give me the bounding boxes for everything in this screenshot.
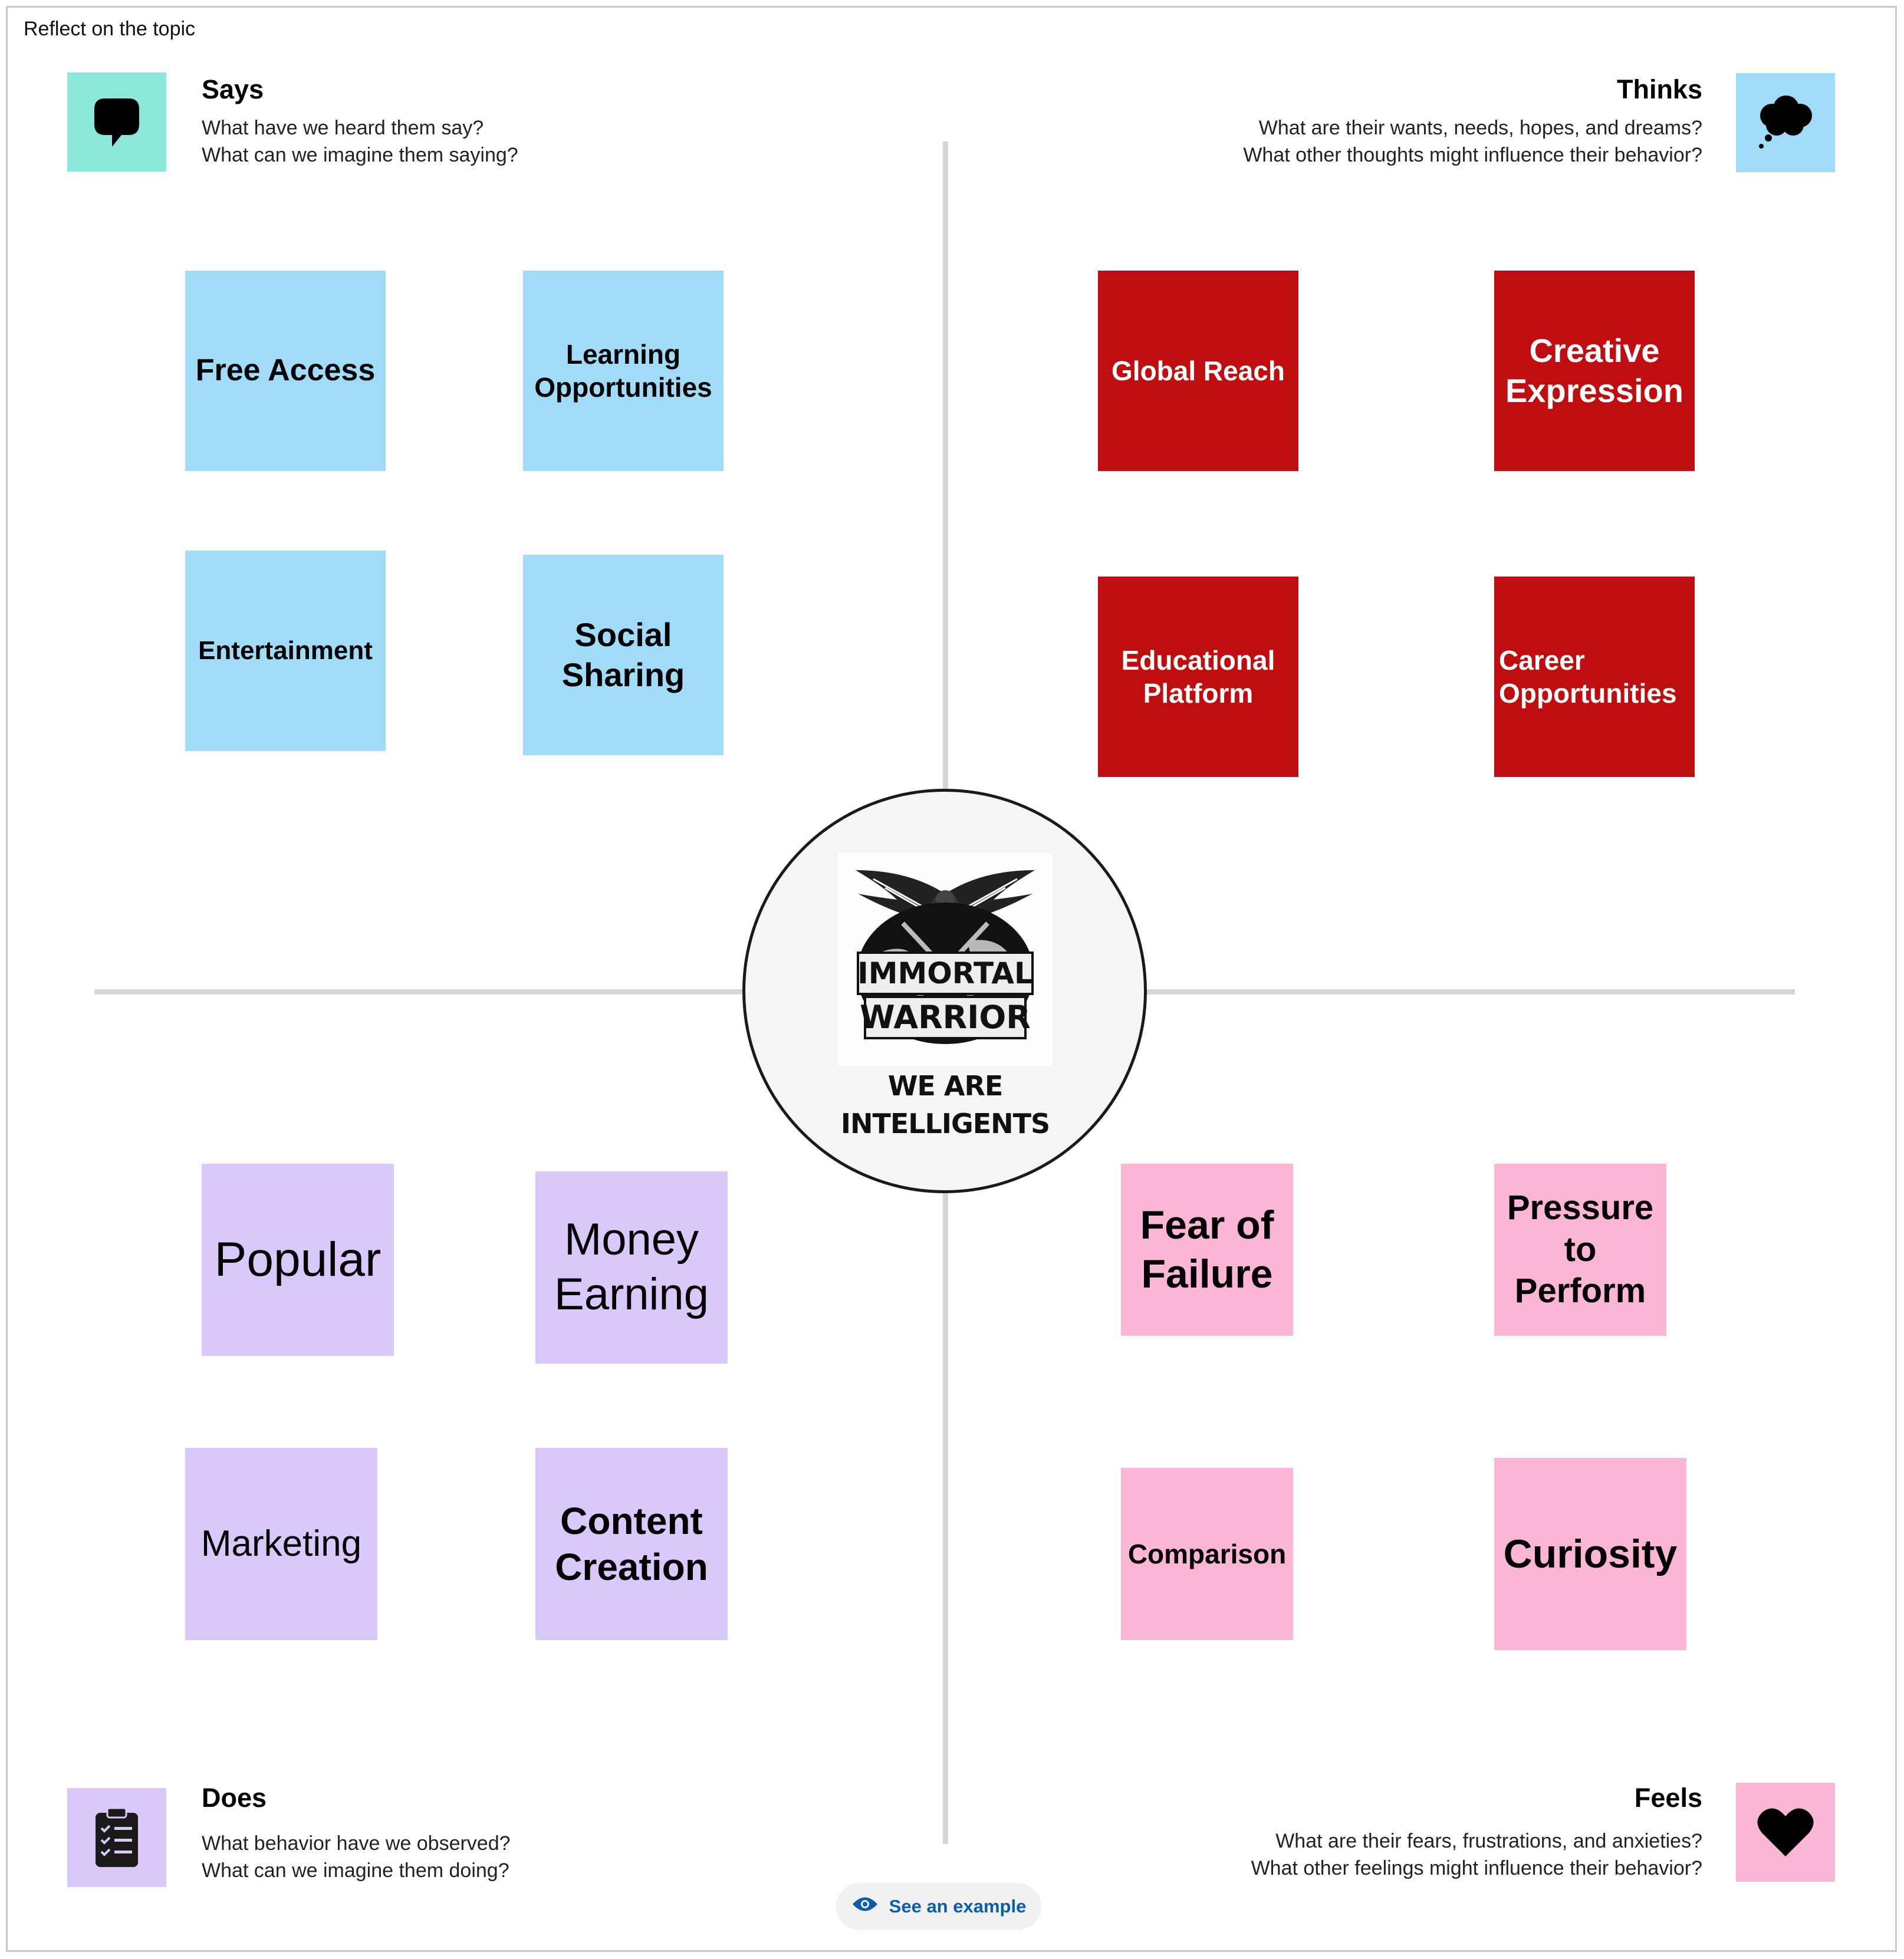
thinks-question-2: What other thoughts might influence thei… (1243, 144, 1702, 166)
persona-caption-line-1: WE ARE (887, 1070, 1004, 1102)
sticky-note-content-creation[interactable]: Content Creation (535, 1448, 728, 1640)
thinks-description: What are their wants, needs, hopes, and … (1243, 114, 1702, 169)
sticky-note-marketing[interactable]: Marketing (185, 1448, 377, 1640)
sticky-note-free-access[interactable]: Free Access (185, 271, 386, 471)
sticky-note-social-sharing[interactable]: Social Sharing (523, 555, 724, 755)
topic-label: Reflect on the topic (24, 18, 196, 40)
clipboard-checklist-icon (67, 1788, 166, 1887)
feels-question-2: What other feelings might influence thei… (1251, 1857, 1702, 1879)
says-title: Says (202, 74, 264, 104)
vertical-axis-top (943, 141, 948, 790)
speech-bubble-icon (67, 73, 166, 172)
does-question-2: What can we imagine them doing? (202, 1859, 509, 1882)
feels-title: Feels (1634, 1783, 1702, 1813)
sticky-note-creative-expression[interactable]: Creative Expression (1494, 271, 1695, 471)
vertical-axis-bottom (943, 1193, 948, 1844)
says-question-1: What have we heard them say? (202, 117, 484, 139)
logo-line-1: IMMORTAL (857, 956, 1033, 990)
heart-icon (1736, 1783, 1835, 1882)
says-description: What have we heard them say? What can we… (202, 114, 518, 169)
does-question-1: What behavior have we observed? (202, 1832, 511, 1855)
horizontal-axis-left (94, 989, 743, 995)
does-description: What behavior have we observed? What can… (202, 1830, 511, 1884)
sticky-note-global-reach[interactable]: Global Reach (1098, 271, 1298, 471)
sticky-note-comparison[interactable]: Comparison (1121, 1468, 1293, 1640)
feels-question-1: What are their fears, frustrations, and … (1275, 1830, 1702, 1852)
feels-description: What are their fears, frustrations, and … (1251, 1828, 1702, 1882)
sticky-note-money-earning[interactable]: Money Earning (535, 1171, 728, 1364)
sticky-note-educational-platform[interactable]: Educational Platform (1098, 577, 1298, 777)
sticky-note-curiosity[interactable]: Curiosity (1494, 1458, 1686, 1650)
eye-icon (851, 1895, 879, 1918)
thinks-question-1: What are their wants, needs, hopes, and … (1258, 117, 1702, 139)
see-example-label: See an example (889, 1896, 1027, 1917)
sticky-note-learning-opportunities[interactable]: Learning Opportunities (523, 271, 724, 471)
sticky-note-popular[interactable]: Popular (202, 1164, 394, 1356)
persona-caption-line-2: INTELLIGENTS (840, 1108, 1050, 1140)
persona-caption: WE ARE INTELLIGENTS (814, 1067, 1077, 1143)
horizontal-axis-right (1146, 989, 1795, 995)
see-example-button[interactable]: See an example (836, 1883, 1041, 1930)
sticky-note-pressure-to-perform[interactable]: Pressure to Perform (1494, 1164, 1666, 1336)
persona-logo: IMMORTAL WARRIOR (838, 852, 1053, 1066)
thinks-title: Thinks (1616, 74, 1702, 104)
sticky-note-fear-of-failure[interactable]: Fear of Failure (1121, 1164, 1293, 1336)
sticky-note-entertainment[interactable]: Entertainment (185, 551, 386, 751)
says-question-2: What can we imagine them saying? (202, 144, 518, 166)
does-title: Does (202, 1783, 267, 1813)
sticky-note-career-opportunities[interactable]: Career Opportunities (1494, 577, 1695, 777)
thought-cloud-icon (1736, 73, 1835, 172)
logo-line-2: WARRIOR (860, 999, 1031, 1036)
